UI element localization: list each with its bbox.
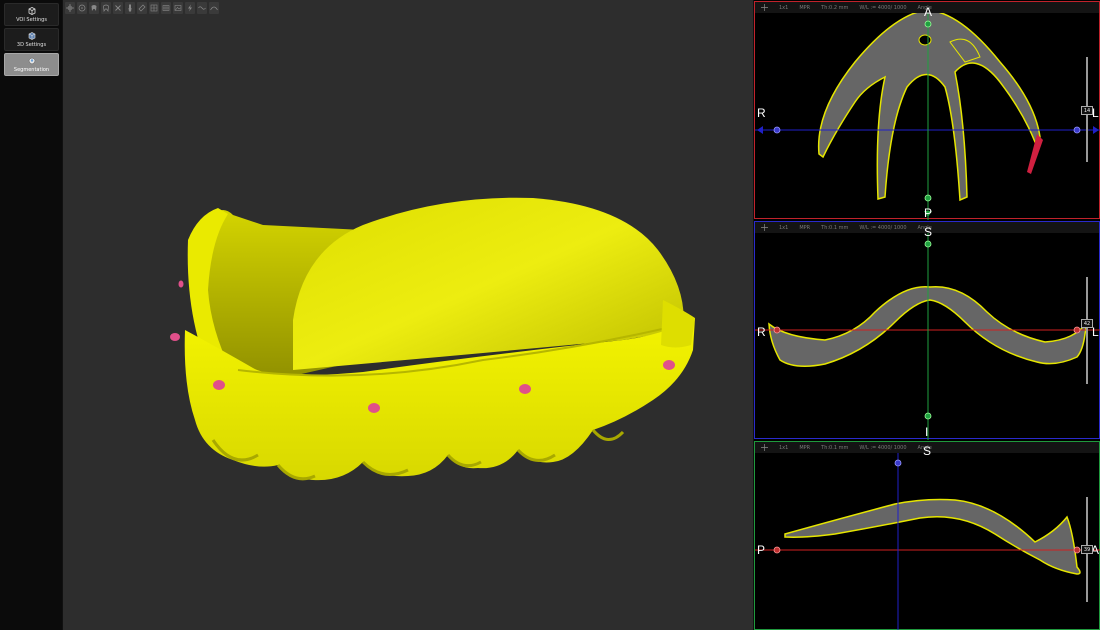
move-icon[interactable] [761,4,768,11]
axial-mode: MPR [799,4,811,11]
axial-handle[interactable] [1073,126,1081,134]
axial-orient-top: A [924,5,933,19]
sagittal-orient-top: S [923,444,932,458]
sagittal-handle[interactable] [894,459,902,467]
sagittal-orient-left: P [757,543,766,557]
mpr-sagittal-view[interactable]: 1x1 MPR Th:0.1 mm W/L := 4000/ 1000 Angl… [754,441,1100,630]
coronal-handle[interactable] [924,240,932,248]
sagittal-slice [755,453,1100,630]
coronal-handle[interactable] [773,326,781,334]
axial-orient-right: L [1092,106,1099,120]
axial-orient-left: R [757,106,766,120]
sagittal-handle[interactable] [773,546,781,554]
coronal-handle[interactable] [1073,326,1081,334]
coronal-thickness: Th:0.1 mm [821,224,849,231]
marker-point[interactable] [170,333,180,341]
coronal-handle[interactable] [924,412,932,420]
sagittal-wl: W/L := 4000/ 1000 [859,444,907,451]
voi-cube-icon [28,7,35,15]
segmentation-label: Segmentation [13,67,50,73]
3d-settings-button[interactable]: 3D Settings [4,28,59,51]
3d-dental-model[interactable] [63,0,755,630]
voi-settings-label: VOI Settings [16,17,47,23]
axial-slice [755,2,1100,220]
sagittal-mode: MPR [799,444,811,451]
axial-slider-value[interactable]: 14 [1081,106,1093,115]
axial-handle[interactable] [924,20,932,28]
voi-settings-button[interactable]: VOI Settings [4,3,59,26]
axial-layout[interactable]: 1x1 [779,5,788,11]
sagittal-contour [784,498,1081,575]
sagittal-layout[interactable]: 1x1 [779,445,788,451]
axial-right-triangle [1093,126,1099,134]
axial-left-triangle [757,126,763,134]
axial-thickness: Th:0.2 mm [821,4,849,11]
3d-viewport[interactable] [62,0,754,630]
axial-handle[interactable] [924,194,932,202]
sagittal-thickness: Th:0.1 mm [821,444,849,451]
marker-point[interactable] [178,280,184,288]
marker-point[interactable] [213,380,225,390]
axial-hole [918,34,932,46]
sagittal-handle[interactable] [1073,546,1081,554]
tool-sidebar: VOI Settings 3D Settings Segmentation [0,0,62,630]
mpr-coronal-view[interactable]: 1x1 MPR Th:0.1 mm W/L := 4000/ 1000 Angl… [754,221,1100,440]
move-icon[interactable] [761,444,768,451]
coronal-slice [755,222,1100,440]
axial-wl: W/L := 4000/ 1000 [859,4,907,11]
segmentation-button[interactable]: Segmentation [4,53,59,76]
coronal-slider-value[interactable]: 42 [1081,319,1093,328]
3d-cube-icon [28,32,35,40]
segmentation-icon [28,57,35,65]
axial-handle[interactable] [773,126,781,134]
coronal-orient-right: L [1092,325,1099,339]
coronal-wl: W/L := 4000/ 1000 [859,224,907,231]
axial-orient-bottom: P [924,206,933,220]
coronal-layout[interactable]: 1x1 [779,225,788,231]
marker-point[interactable] [519,384,531,394]
marker-point[interactable] [663,360,675,370]
coronal-orient-left: R [757,325,766,339]
coronal-mode: MPR [799,224,811,231]
marker-point[interactable] [368,403,380,413]
move-icon[interactable] [761,224,768,231]
coronal-orient-bottom: I [925,425,929,439]
3d-settings-label: 3D Settings [16,42,47,48]
sagittal-slider-value[interactable]: 39 [1081,545,1093,554]
coronal-orient-top: S [924,225,933,239]
mpr-axial-view[interactable]: 1x1 MPR Th:0.2 mm W/L := 4000/ 1000 Angl… [754,1,1100,220]
